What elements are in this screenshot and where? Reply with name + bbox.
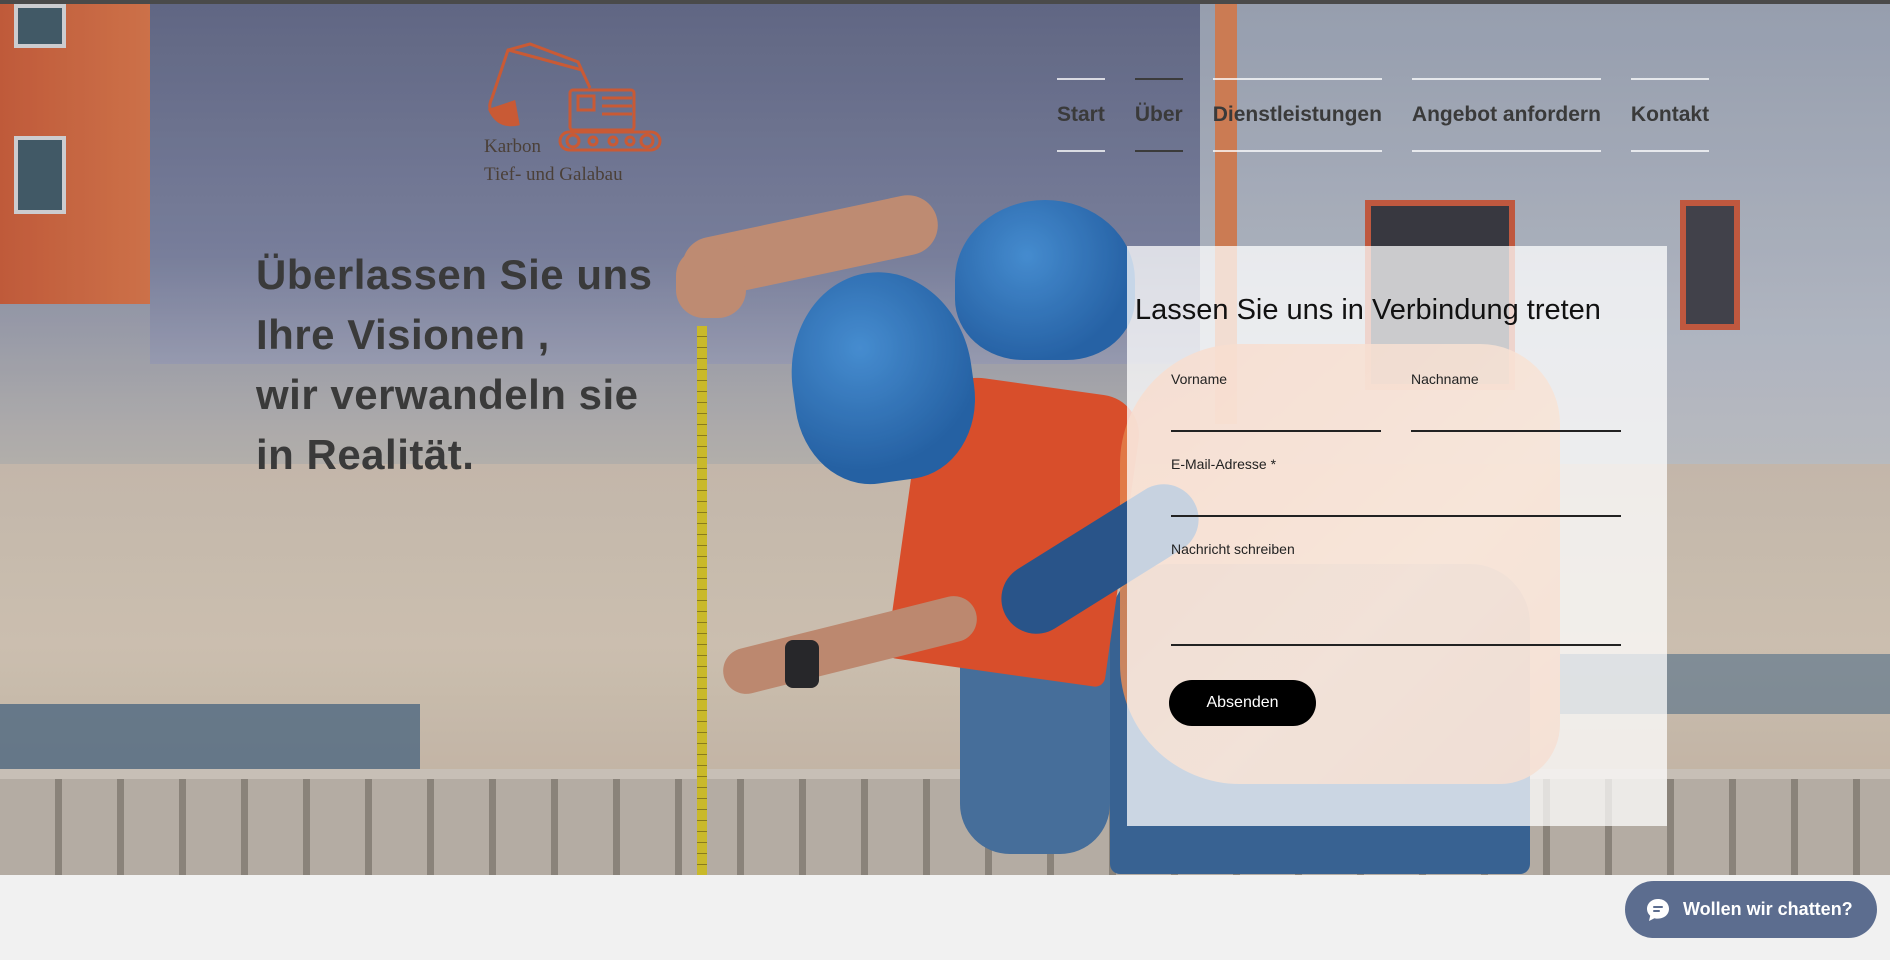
headline-line: wir verwandeln sie <box>256 371 639 418</box>
chat-button[interactable]: Wollen wir chatten? <box>1625 881 1877 938</box>
submit-button[interactable]: Absenden <box>1169 680 1316 726</box>
logo-text-tagline: Tief- und Galabau <box>484 164 623 185</box>
nav-item-angebot-anfordern[interactable]: Angebot anfordern <box>1411 78 1601 152</box>
nav-item-start[interactable]: Start <box>1057 78 1105 152</box>
chat-button-label: Wollen wir chatten? <box>1683 899 1853 919</box>
site-logo[interactable]: Karbon Tief- und Galabau <box>478 40 668 190</box>
chat-bubble-icon <box>1645 897 1671 923</box>
first-name-label: Vorname <box>1171 371 1228 387</box>
headline-line: Ihre Visionen , <box>256 311 550 358</box>
contact-form: Lassen Sie uns in Verbindung treten Vorn… <box>1127 246 1667 826</box>
last-name-label: Nachname <box>1411 371 1479 387</box>
form-title: Lassen Sie uns in Verbindung treten <box>1135 294 1601 326</box>
nav-divider <box>1212 150 1382 152</box>
headline-line: in Realität. <box>256 431 475 478</box>
nav-divider <box>1057 150 1105 152</box>
email-input[interactable] <box>1171 515 1621 517</box>
last-name-input[interactable] <box>1411 430 1621 432</box>
nav-label: Über <box>1134 103 1183 126</box>
logo-text-company: Karbon <box>484 136 541 157</box>
nav-divider <box>1134 150 1183 152</box>
nav-divider <box>1630 150 1710 152</box>
nav-divider <box>1411 150 1601 152</box>
nav-item-ueber[interactable]: Über <box>1134 78 1183 152</box>
nav-label: Kontakt <box>1630 103 1710 126</box>
message-label: Nachricht schreiben <box>1171 541 1295 557</box>
hero-headline: Überlassen Sie uns Ihre Visionen , wir v… <box>256 245 696 485</box>
headline-line: Überlassen Sie uns <box>256 251 653 298</box>
nav-item-kontakt[interactable]: Kontakt <box>1630 78 1710 152</box>
main-navigation: Start Über Dienstleistungen Angebot anfo… <box>1057 78 1710 152</box>
email-label: E-Mail-Adresse * <box>1171 456 1277 472</box>
message-textarea[interactable] <box>1171 644 1621 646</box>
first-name-input[interactable] <box>1171 430 1381 432</box>
nav-label: Dienstleistungen <box>1212 103 1382 126</box>
nav-item-dienstleistungen[interactable]: Dienstleistungen <box>1212 78 1382 152</box>
nav-label: Start <box>1057 103 1105 126</box>
nav-label: Angebot anfordern <box>1411 103 1601 126</box>
